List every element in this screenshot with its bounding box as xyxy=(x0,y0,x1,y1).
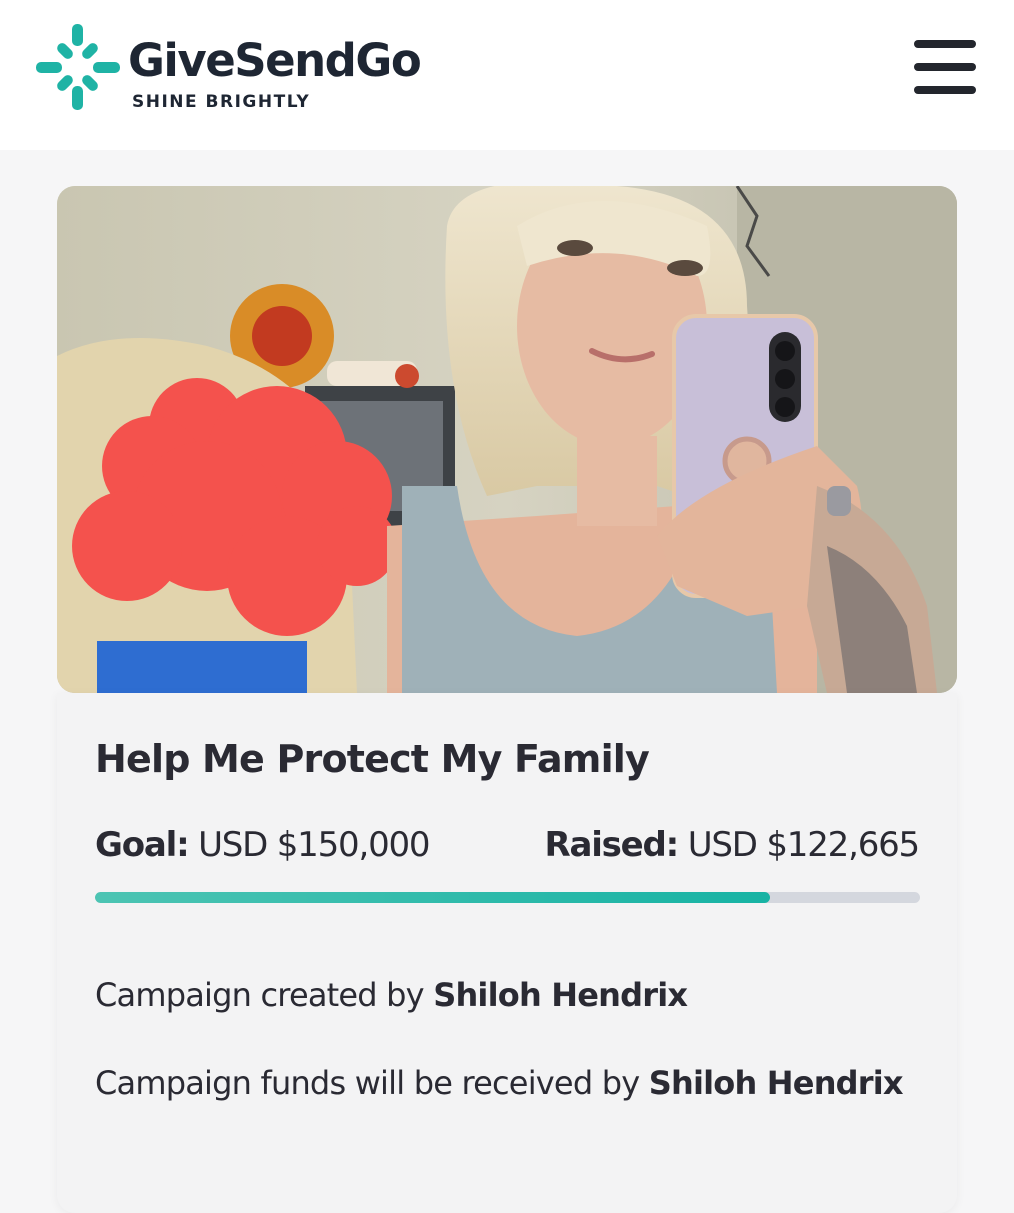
recipient-name[interactable]: Shiloh Hendrix xyxy=(649,1064,904,1102)
raised-value: USD $122,665 xyxy=(687,825,920,865)
campaign-title[interactable]: Help Me Protect My Family xyxy=(95,737,650,781)
raised-label: Raised: xyxy=(544,825,679,865)
givesendgo-logo[interactable]: GiveSendGo SHINE BRIGHTLY xyxy=(36,24,456,120)
goal-amount: Goal: USD $150,000 xyxy=(95,825,431,865)
site-header: GiveSendGo SHINE BRIGHTLY xyxy=(0,0,1014,150)
campaign-creator: Campaign created by Shiloh Hendrix xyxy=(95,967,925,1023)
raised-amount: Raised: USD $122,665 xyxy=(544,825,920,865)
campaign-card: Help Me Protect My Family Goal: USD $150… xyxy=(57,693,957,1213)
creator-prefix: Campaign created by xyxy=(95,976,425,1014)
progress-bar-fill xyxy=(95,892,770,903)
goal-label: Goal: xyxy=(95,825,190,865)
campaign-photo xyxy=(57,186,957,693)
brand-name: GiveSendGo xyxy=(128,34,422,87)
sparkle-logo-icon xyxy=(36,24,120,110)
recipient-prefix: Campaign funds will be received by xyxy=(95,1064,640,1102)
brand-tagline: SHINE BRIGHTLY xyxy=(132,92,311,112)
funds-recipient: Campaign funds will be received by Shilo… xyxy=(95,1055,925,1111)
progress-bar xyxy=(95,892,920,903)
hamburger-menu-icon[interactable] xyxy=(912,38,978,98)
creator-name[interactable]: Shiloh Hendrix xyxy=(433,976,688,1014)
goal-value: USD $150,000 xyxy=(198,825,430,865)
